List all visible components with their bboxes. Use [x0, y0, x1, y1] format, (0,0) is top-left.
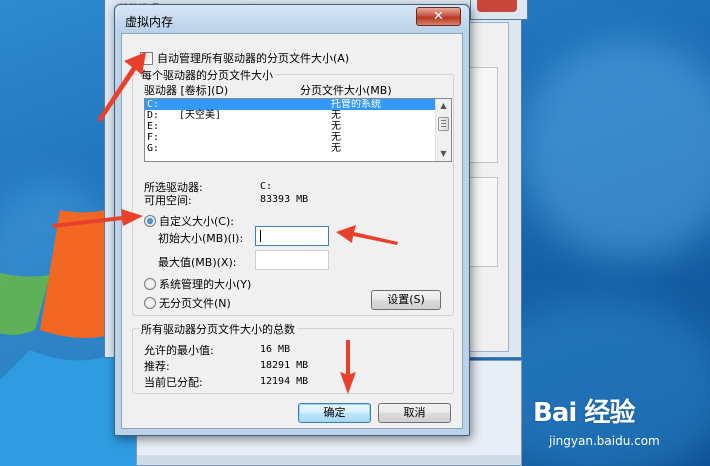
- min-allowed-value: 16 MB: [260, 344, 291, 355]
- free-space-label: 可用空间:: [144, 194, 192, 207]
- drive-letter: D:: [147, 110, 160, 121]
- close-icon: ✕: [433, 9, 444, 24]
- column-header-drive: 驱动器 [卷标](D): [144, 84, 229, 97]
- background-window-corner: [470, 0, 528, 20]
- per-drive-group-title: 每个驱动器的分页文件大小: [139, 67, 275, 83]
- initial-size-input[interactable]: [255, 226, 329, 246]
- system-managed-radio[interactable]: [144, 278, 156, 290]
- auto-manage-checkbox[interactable]: [140, 51, 153, 65]
- current-allocated-label: 当前已分配:: [144, 376, 203, 389]
- text-caret: [260, 230, 261, 242]
- list-scrollbar[interactable]: ▲ ▼: [435, 99, 451, 161]
- scroll-down-icon[interactable]: ▼: [436, 147, 451, 161]
- no-paging-label: 无分页文件(N): [159, 297, 231, 310]
- title-bar: 虚拟内存 ✕: [115, 5, 469, 33]
- list-item[interactable]: E: 无: [145, 121, 451, 132]
- list-item[interactable]: D: [天空美] 无: [145, 110, 451, 121]
- recommended-label: 推荐:: [144, 360, 170, 373]
- max-size-input[interactable]: [255, 250, 329, 270]
- baidu-logo: Bai 经验: [533, 398, 635, 428]
- drive-page-size: 托管的系统: [331, 99, 381, 110]
- list-item[interactable]: C: 托管的系统: [145, 99, 451, 110]
- drive-page-size: 无: [331, 121, 341, 132]
- virtual-memory-dialog: 虚拟内存 ✕ 自动管理所有驱动器的分页文件大小(A) 每个驱动器的分页文件大小 …: [114, 4, 470, 436]
- max-size-label: 最大值(MB)(X):: [158, 256, 237, 269]
- ok-button[interactable]: 确定: [298, 403, 371, 423]
- drive-list[interactable]: C: 托管的系统 D: [天空美] 无 E: 无 F: 无 G: 无 ▲ ▼: [144, 98, 452, 162]
- no-paging-option[interactable]: 无分页文件(N): [144, 295, 231, 311]
- background-close-button: [477, 0, 517, 12]
- scroll-thumb[interactable]: [438, 117, 449, 131]
- current-allocated-value: 12194 MB: [260, 376, 309, 387]
- close-button[interactable]: ✕: [416, 7, 461, 26]
- custom-size-label: 自定义大小(C):: [159, 215, 234, 228]
- column-header-size: 分页文件大小(MB): [300, 84, 392, 97]
- free-space-value: 83393 MB: [260, 194, 309, 205]
- selected-drive-value: C:: [260, 181, 273, 192]
- drive-letter: G:: [147, 143, 160, 154]
- custom-size-radio[interactable]: [144, 215, 156, 227]
- watermark-url: jingyan.baidu.com: [549, 434, 660, 448]
- list-item[interactable]: F: 无: [145, 132, 451, 143]
- baidu-watermark: Bai 经验 jingyan.baidu.com: [533, 392, 703, 456]
- drive-label: [天空美]: [179, 110, 222, 121]
- set-button[interactable]: 设置(S): [371, 290, 441, 310]
- system-managed-option[interactable]: 系统管理的大小(Y): [144, 276, 251, 292]
- recommended-value: 18291 MB: [260, 360, 309, 371]
- scroll-up-icon[interactable]: ▲: [436, 99, 451, 113]
- drive-page-size: 无: [331, 132, 341, 143]
- initial-size-label: 初始大小(MB)(I):: [158, 232, 244, 245]
- drive-letter: F:: [147, 132, 160, 143]
- list-item[interactable]: G: 无: [145, 143, 451, 154]
- dialog-body: 自动管理所有驱动器的分页文件大小(A) 每个驱动器的分页文件大小 驱动器 [卷标…: [121, 33, 463, 429]
- dialog-title: 虚拟内存: [125, 15, 174, 29]
- min-allowed-label: 允许的最小值:: [144, 344, 214, 357]
- system-managed-label: 系统管理的大小(Y): [159, 278, 252, 291]
- cancel-button[interactable]: 取消: [378, 403, 451, 423]
- drive-letter: E:: [147, 121, 160, 132]
- drive-page-size: 无: [331, 143, 341, 154]
- no-paging-radio[interactable]: [144, 297, 156, 309]
- auto-manage-option[interactable]: 自动管理所有驱动器的分页文件大小(A): [140, 50, 349, 66]
- drive-page-size: 无: [331, 110, 341, 121]
- custom-size-option[interactable]: 自定义大小(C):: [144, 213, 234, 229]
- auto-manage-label: 自动管理所有驱动器的分页文件大小(A): [157, 52, 350, 65]
- total-group-title: 所有驱动器分页文件大小的总数: [139, 321, 297, 337]
- drive-letter: C:: [147, 99, 160, 110]
